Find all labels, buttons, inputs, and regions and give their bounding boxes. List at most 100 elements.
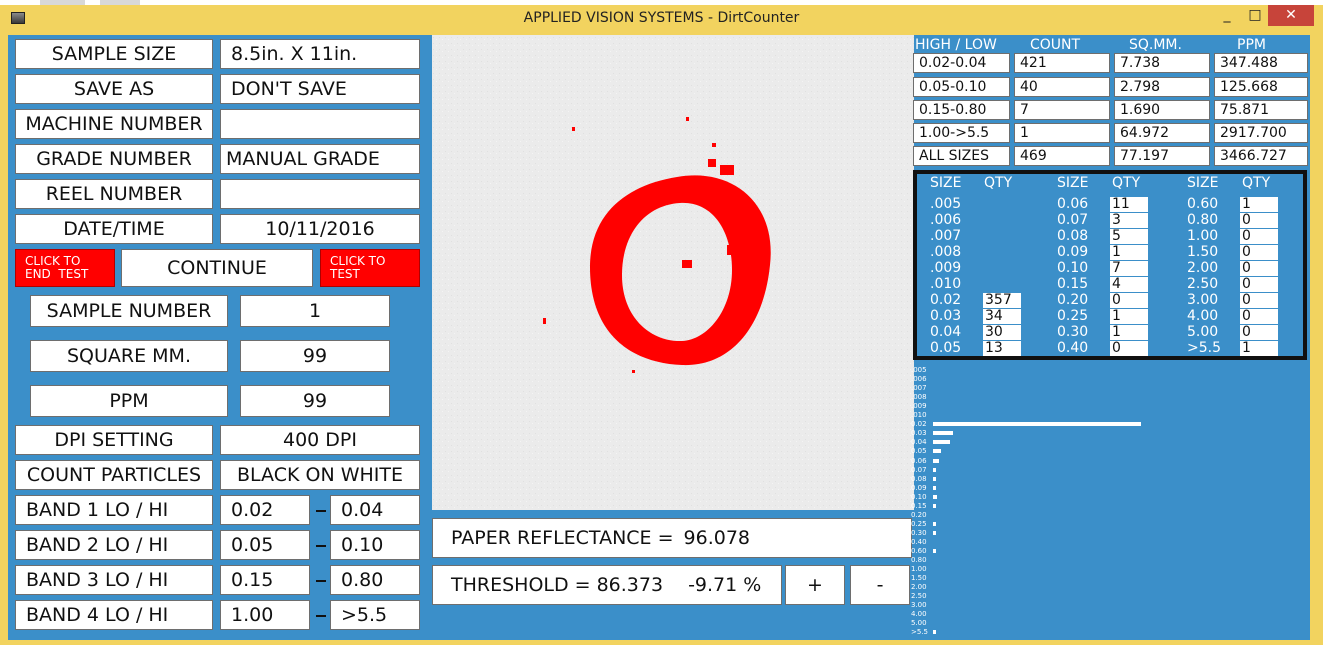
paper-reflectance-readout: PAPER REFLECTANCE = 96.078 <box>432 518 912 558</box>
threshold-percent: -9.71 % <box>688 573 762 596</box>
histogram-bar <box>933 549 936 553</box>
minimize-button[interactable]: _ <box>1214 5 1240 26</box>
machine-number-field[interactable] <box>220 109 420 139</box>
size-value: .007 <box>930 228 962 244</box>
histogram-bar <box>933 431 953 436</box>
size-value: 0.06 <box>1057 196 1089 212</box>
continue-button[interactable]: CONTINUE <box>121 249 313 287</box>
histogram-tick-label: 0.10 <box>911 492 927 501</box>
size-value: 0.05 <box>930 340 962 356</box>
histogram-tick-label: >5.5 <box>911 628 928 637</box>
paper-background <box>432 35 914 510</box>
histogram-tick-label: 2.50 <box>911 592 927 601</box>
band-1-hi-field[interactable]: 0.04 <box>330 495 420 525</box>
test-button[interactable]: CLICK TO TEST <box>320 249 420 287</box>
end-test-button[interactable]: CLICK TO END TEST <box>15 249 115 287</box>
qty-header: QTY <box>1242 175 1271 191</box>
threshold-label: THRESHOLD = <box>451 573 591 596</box>
band-row-ppm: 3466.727 <box>1214 146 1308 166</box>
close-button[interactable]: ✕ <box>1268 5 1314 26</box>
band-1-lo-field[interactable]: 0.02 <box>220 495 310 525</box>
band-row-range: 0.02-0.04 <box>913 53 1010 73</box>
histogram-tick-label: 0.80 <box>911 556 927 565</box>
date-time-field[interactable]: 10/11/2016 <box>220 214 420 244</box>
size-value: 4.00 <box>1187 308 1219 324</box>
histogram-tick-label: 0.20 <box>911 510 927 519</box>
band-3-separator <box>316 580 326 582</box>
size-value: 0.02 <box>930 292 962 308</box>
threshold-plus-button[interactable]: + <box>785 565 845 605</box>
count-particles-field[interactable]: BLACK ON WHITE <box>220 460 420 490</box>
band-row-count: 40 <box>1014 77 1110 97</box>
qty-value: 0 <box>1240 229 1278 244</box>
sample-size-label: SAMPLE SIZE <box>15 39 213 69</box>
size-value: 0.30 <box>1057 324 1089 340</box>
qty-value: 0 <box>1240 213 1278 228</box>
grade-number-field[interactable]: MANUAL GRADE <box>220 144 420 174</box>
qty-value: 34 <box>983 309 1021 324</box>
histogram-bar <box>933 449 941 454</box>
histogram-tick-label: 0.09 <box>911 483 927 492</box>
size-value: 0.10 <box>1057 260 1089 276</box>
grade-number-label: GRADE NUMBER <box>15 144 213 174</box>
scan-image[interactable] <box>432 35 914 510</box>
band-row-range: 0.15-0.80 <box>913 100 1010 120</box>
size-value: 0.20 <box>1057 292 1089 308</box>
band-3-hi-field[interactable]: 0.80 <box>330 565 420 595</box>
threshold-minus-button[interactable]: - <box>850 565 910 605</box>
qty-value: 1 <box>1110 325 1148 340</box>
histogram-tick-label: 0.04 <box>911 438 927 447</box>
band-3-lo-field[interactable]: 0.15 <box>220 565 310 595</box>
size-header: SIZE <box>1057 175 1089 191</box>
band-4-hi-field[interactable]: >5.5 <box>330 600 420 630</box>
size-value: 0.07 <box>1057 212 1089 228</box>
title-bar[interactable]: APPLIED VISION SYSTEMS - DirtCounter _ □… <box>0 5 1323 30</box>
band-2-lo-field[interactable]: 0.05 <box>220 530 310 560</box>
band-2-hi-field[interactable]: 0.10 <box>330 530 420 560</box>
band-4-lo-field[interactable]: 1.00 <box>220 600 310 630</box>
band-row-count: 469 <box>1014 146 1110 166</box>
band-row-sqmm: 2.798 <box>1114 77 1210 97</box>
reel-number-field[interactable] <box>220 179 420 209</box>
histogram-tick-label: 4.00 <box>911 610 927 619</box>
size-value: 1.00 <box>1187 228 1219 244</box>
histogram-tick-label: 3.00 <box>911 601 927 610</box>
sample-size-field[interactable]: 8.5in. X 11in. <box>220 39 420 69</box>
band-table-header-ppm: PPM <box>1237 37 1266 53</box>
save-as-field[interactable]: DON'T SAVE <box>220 74 420 104</box>
size-header: SIZE <box>930 175 962 191</box>
size-value: 2.00 <box>1187 260 1219 276</box>
band-table-header-sqmm: SQ.MM. <box>1129 37 1182 53</box>
threshold-value: 86.373 <box>596 573 664 596</box>
band-row-ppm: 75.871 <box>1214 100 1308 120</box>
dirt-speck <box>686 117 689 121</box>
band-row-count: 1 <box>1014 123 1110 143</box>
histogram-tick-label: 0.40 <box>911 537 927 546</box>
histogram-tick-label: .010 <box>911 411 927 420</box>
size-value: 0.15 <box>1057 276 1089 292</box>
size-value: .009 <box>930 260 962 276</box>
maximize-button[interactable]: □ <box>1242 5 1268 26</box>
count-particles-label: COUNT PARTICLES <box>15 460 213 490</box>
histogram-tick-label: 0.06 <box>911 456 927 465</box>
machine-number-label: MACHINE NUMBER <box>15 109 213 139</box>
band-row-sqmm: 77.197 <box>1114 146 1210 166</box>
histogram-bar <box>933 485 936 490</box>
histogram-tick-label: 5.00 <box>911 619 927 628</box>
histogram-tick-label: .006 <box>911 375 927 384</box>
band-row-count: 7 <box>1014 100 1110 120</box>
size-value: 0.80 <box>1187 212 1219 228</box>
size-value: 0.25 <box>1057 308 1089 324</box>
band-3-label: BAND 3 LO / HI <box>15 565 213 595</box>
date-time-label: DATE/TIME <box>15 214 213 244</box>
histogram-bar <box>933 458 940 463</box>
histogram-bar <box>933 530 936 535</box>
histogram-tick-label: 0.30 <box>911 528 927 537</box>
histogram-tick-label: .007 <box>911 384 927 393</box>
dirt-speck <box>708 159 716 167</box>
size-value: 0.60 <box>1187 196 1219 212</box>
qty-value: 5 <box>1110 229 1148 244</box>
scan-overlay <box>432 35 914 510</box>
dpi-setting-field[interactable]: 400 DPI <box>220 425 420 455</box>
histogram-bar <box>933 521 936 526</box>
